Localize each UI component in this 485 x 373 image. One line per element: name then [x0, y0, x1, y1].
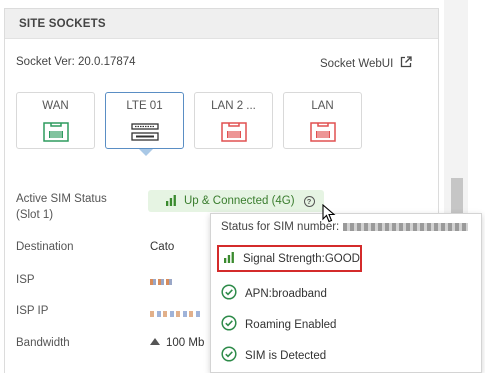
isp-ip-label: ISP IP — [16, 305, 49, 317]
panel-title: SITE SOCKETS — [5, 9, 438, 39]
roaming-text: Roaming Enabled — [245, 318, 337, 331]
sim-number-redacted — [343, 223, 469, 231]
signal-bars-icon — [165, 194, 177, 209]
ethernet-port-icon — [309, 121, 337, 148]
socket-version: Socket Ver: 20.0.17874 — [16, 56, 136, 68]
sim-status-label: Active SIM Status — [16, 193, 107, 205]
check-circle-icon — [221, 346, 237, 365]
port-label: LAN — [311, 100, 334, 112]
socket-ports: WAN LTE 01 LAN 2 ... LAN — [16, 92, 362, 156]
bandwidth-value: 100 Mb — [150, 337, 204, 349]
upload-arrow-icon — [150, 338, 160, 345]
socket-webui-label: Socket WebUI — [320, 57, 394, 70]
lte-modem-icon — [130, 121, 160, 148]
signal-bars-icon — [223, 251, 235, 266]
destination-label: Destination — [16, 241, 74, 253]
apn-text: APN:broadband — [245, 287, 327, 300]
destination-value: Cato — [150, 241, 175, 253]
isp-label: ISP — [16, 274, 35, 286]
port-lan[interactable]: LAN — [283, 92, 362, 149]
signal-strength-item: Signal Strength:GOOD — [217, 245, 362, 272]
isp-ip-value-redacted — [150, 308, 202, 320]
ethernet-port-icon — [220, 121, 248, 148]
roaming-item: Roaming Enabled — [221, 315, 336, 334]
apn-item: APN:broadband — [221, 284, 327, 303]
ethernet-port-icon — [42, 121, 70, 148]
check-circle-icon — [221, 315, 237, 334]
port-label: LAN 2 ... — [211, 100, 256, 112]
port-lte-01[interactable]: LTE 01 — [105, 92, 184, 156]
port-label: LTE 01 — [126, 100, 163, 112]
tooltip-title: Status for SIM number: — [221, 221, 469, 233]
help-icon[interactable]: ? — [303, 195, 315, 207]
sim-status-badge[interactable]: Up & Connected (4G) ? — [148, 190, 324, 212]
selected-port-caret — [139, 149, 153, 156]
sim-status-tooltip: Status for SIM number: Signal Strength:G… — [210, 213, 482, 373]
sim-slot-label: (Slot 1) — [16, 209, 54, 221]
socket-webui-link[interactable]: Socket WebUI — [320, 56, 412, 71]
port-lan-2[interactable]: LAN 2 ... — [194, 92, 273, 149]
port-label: WAN — [42, 100, 69, 112]
isp-value-redacted — [150, 276, 174, 288]
port-wan[interactable]: WAN — [16, 92, 95, 149]
bandwidth-text: 100 Mb — [166, 337, 205, 349]
sim-status-value: Up & Connected (4G) — [184, 195, 295, 207]
signal-strength-text: Signal Strength:GOOD — [243, 252, 360, 265]
mouse-pointer-icon — [322, 203, 336, 229]
check-circle-icon — [221, 284, 237, 303]
sim-detected-item: SIM is Detected — [221, 346, 326, 365]
bandwidth-label: Bandwidth — [16, 337, 70, 349]
sim-detected-text: SIM is Detected — [245, 349, 327, 362]
external-link-icon — [400, 56, 412, 71]
